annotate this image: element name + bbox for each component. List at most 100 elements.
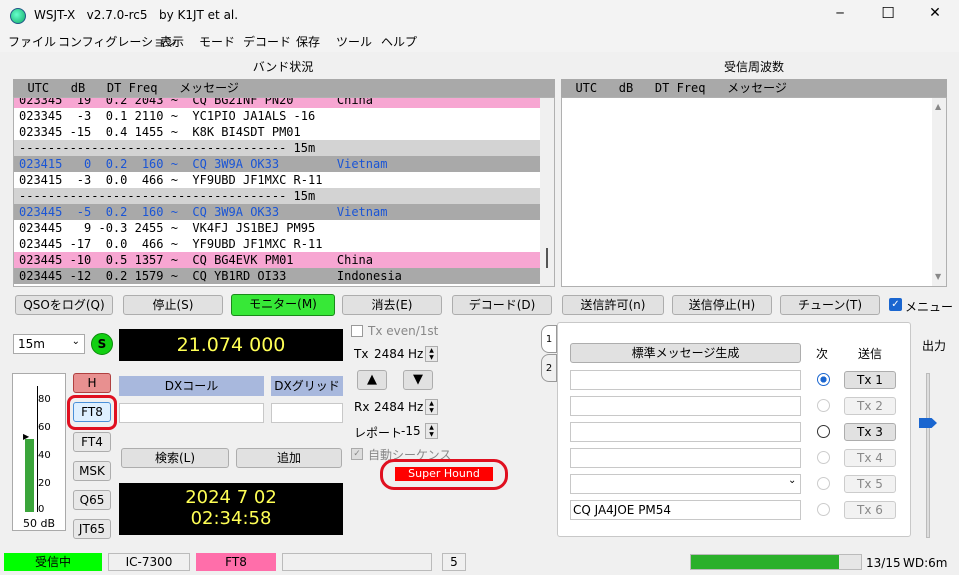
tx-even-checkbox[interactable] bbox=[351, 325, 363, 337]
tx4-next-radio[interactable] bbox=[817, 451, 830, 464]
tx-freq-spinner[interactable]: ▲ ▼ bbox=[425, 346, 438, 362]
menu-tools[interactable]: ツール bbox=[336, 33, 372, 50]
tx6-button[interactable]: Tx 6 bbox=[844, 501, 896, 519]
minimize-button[interactable]: ─ bbox=[830, 6, 850, 20]
report-value[interactable]: -15 bbox=[401, 424, 421, 438]
window-title: WSJT-X v2.7.0-rc5 by K1JT et al. bbox=[34, 8, 239, 22]
power-slider-thumb[interactable] bbox=[919, 418, 937, 428]
h-button[interactable]: H bbox=[73, 373, 111, 393]
rx-frequency-scrollbar[interactable]: ▲ ▼ bbox=[932, 98, 946, 286]
tx5-button[interactable]: Tx 5 bbox=[844, 475, 896, 493]
tx1-button[interactable]: Tx 1 bbox=[844, 371, 896, 389]
band-select[interactable]: 15m ⌄ bbox=[13, 334, 85, 354]
tx2-button[interactable]: Tx 2 bbox=[844, 397, 896, 415]
tx4-button[interactable]: Tx 4 bbox=[844, 449, 896, 467]
meter-tick-40: 40 bbox=[38, 450, 51, 461]
band-activity-row[interactable]: 023415 -3 0.0 466 ~ YF9UBD JF1MXC R-11 bbox=[14, 172, 540, 188]
halt-tx-button[interactable]: 送信停止(H) bbox=[672, 295, 772, 315]
rx-frequency-list[interactable]: ▲ ▼ bbox=[561, 97, 947, 287]
menu-mode[interactable]: モード bbox=[199, 33, 235, 50]
band-activity-row[interactable]: 023345 19 0.2 2043 ~ CQ BG2INF PN20 Chin… bbox=[14, 98, 540, 108]
generate-std-msgs-button[interactable]: 標準メッセージ生成 bbox=[570, 343, 801, 363]
band-activity-row[interactable]: 023445 -5 0.2 160 ~ CQ 3W9A OK33 Vietnam bbox=[14, 204, 540, 220]
menus-checkbox[interactable]: ✓ bbox=[889, 298, 902, 311]
send-label: 送信 bbox=[858, 347, 883, 361]
watchdog-status: WD:6m bbox=[903, 556, 948, 570]
report-spinner[interactable]: ▲ ▼ bbox=[425, 423, 438, 439]
progress-text: 13/15 bbox=[866, 556, 901, 570]
band-activity-scrollbar[interactable] bbox=[540, 98, 554, 286]
band-activity-row[interactable]: 023445 -10 0.5 1357 ~ CQ BG4EVK PM01 Chi… bbox=[14, 252, 540, 268]
menus-label: メニュー bbox=[905, 300, 954, 314]
power-slider-track[interactable] bbox=[926, 373, 930, 538]
tx-freq-value[interactable]: 2484 bbox=[374, 347, 405, 361]
dx-grid-input[interactable] bbox=[271, 403, 343, 423]
tx-tab-2[interactable]: 2 bbox=[541, 354, 557, 382]
add-button[interactable]: 追加 bbox=[236, 448, 342, 468]
auto-seq-checkbox[interactable]: ✓ bbox=[351, 448, 363, 460]
band-activity-row[interactable]: 023415 0 0.2 160 ~ CQ 3W9A OK33 Vietnam bbox=[14, 156, 540, 172]
band-activity-row[interactable]: 023345 -15 0.4 1455 ~ K8K BI4SDT PM01 bbox=[14, 124, 540, 140]
tx3-next-radio[interactable] bbox=[817, 425, 830, 438]
rx-freq-value[interactable]: 2484 bbox=[374, 400, 405, 414]
band-activity-row[interactable]: 023445 9 -0.3 2455 ~ VK4FJ JS1BEJ PM95 bbox=[14, 220, 540, 236]
rx-freq-label: Rx bbox=[354, 400, 370, 414]
menu-decode[interactable]: デコード bbox=[243, 33, 291, 50]
menu-view[interactable]: 表示 bbox=[160, 33, 184, 50]
lookup-button[interactable]: 検索(L) bbox=[121, 448, 229, 468]
jt65-mode-button[interactable]: JT65 bbox=[73, 519, 111, 539]
tx4-message-field[interactable] bbox=[570, 448, 801, 468]
band-activity-row[interactable]: ------------------------------------- 15… bbox=[14, 140, 540, 156]
rx-frequency-title: 受信周波数 bbox=[723, 60, 784, 74]
chevron-down-icon: ⌄ bbox=[71, 336, 80, 347]
enable-tx-button[interactable]: 送信許可(n) bbox=[562, 295, 664, 315]
scroll-down-icon[interactable]: ▼ bbox=[935, 272, 941, 281]
menu-file[interactable]: ファイル bbox=[8, 33, 56, 50]
tx-tab-1[interactable]: 1 bbox=[541, 325, 557, 353]
q65-mode-button[interactable]: Q65 bbox=[73, 490, 111, 510]
band-activity-row[interactable]: 023445 -17 0.0 466 ~ YF9UBD JF1MXC R-11 bbox=[14, 236, 540, 252]
scrollbar-thumb[interactable] bbox=[546, 248, 548, 268]
dx-call-input[interactable] bbox=[119, 403, 264, 423]
frequency-value: 21.074 000 bbox=[176, 334, 286, 356]
tx-down-button[interactable]: ▼ bbox=[403, 370, 433, 390]
meter-tick-20: 20 bbox=[38, 478, 51, 489]
tx6-next-radio[interactable] bbox=[817, 503, 830, 516]
band-activity-title: バンド状況 bbox=[252, 60, 314, 74]
tune-button[interactable]: チューン(T) bbox=[780, 295, 880, 315]
close-button[interactable]: ✕ bbox=[925, 5, 945, 21]
tx3-button[interactable]: Tx 3 bbox=[844, 423, 896, 441]
meter-tick-0: 0 bbox=[38, 504, 45, 515]
rx-freq-spinner[interactable]: ▲ ▼ bbox=[425, 399, 438, 415]
tx6-message-field[interactable]: CQ JA4JOE PM54 bbox=[570, 500, 801, 520]
tx-up-button[interactable]: ▲ bbox=[357, 370, 387, 390]
band-activity-row[interactable]: 023445 -12 0.2 1579 ~ CQ YB1RD OI33 Indo… bbox=[14, 268, 540, 284]
maximize-button[interactable]: ☐ bbox=[878, 4, 898, 22]
dx-call-label: DXコール bbox=[119, 376, 264, 396]
count-status: 5 bbox=[442, 553, 466, 571]
log-qso-button[interactable]: QSOをログ(Q) bbox=[15, 295, 113, 315]
stop-button[interactable]: 停止(S) bbox=[123, 295, 223, 315]
band-activity-list[interactable]: 023345 19 0.2 2043 ~ CQ BG2INF PN20 Chin… bbox=[13, 97, 555, 287]
monitor-button[interactable]: モニター(M) bbox=[231, 294, 335, 316]
decode-button[interactable]: デコード(D) bbox=[452, 295, 552, 315]
ft8-highlight-annotation bbox=[67, 395, 117, 430]
tx2-next-radio[interactable] bbox=[817, 399, 830, 412]
chevron-down-icon[interactable]: ⌄ bbox=[788, 475, 796, 486]
scroll-up-icon[interactable]: ▲ bbox=[935, 102, 941, 111]
tx3-message-field[interactable] bbox=[570, 422, 801, 442]
tx1-message-field[interactable] bbox=[570, 370, 801, 390]
tx5-next-radio[interactable] bbox=[817, 477, 830, 490]
tx1-next-radio[interactable] bbox=[817, 373, 830, 386]
band-activity-row[interactable]: 023345 -3 0.1 2110 ~ YC1PIO JA1ALS -16 bbox=[14, 108, 540, 124]
tx2-message-field[interactable] bbox=[570, 396, 801, 416]
tx5-message-field[interactable] bbox=[570, 474, 801, 494]
ft4-mode-button[interactable]: FT4 bbox=[73, 432, 111, 452]
menu-help[interactable]: ヘルプ bbox=[381, 33, 417, 50]
meter-tick-60: 60 bbox=[38, 422, 51, 433]
erase-button[interactable]: 消去(E) bbox=[342, 295, 442, 315]
band-activity-row[interactable]: ------------------------------------- 15… bbox=[14, 188, 540, 204]
tx-tab-1-label: 1 bbox=[545, 334, 553, 345]
msk-mode-button[interactable]: MSK bbox=[73, 461, 111, 481]
menu-save[interactable]: 保存 bbox=[296, 33, 320, 50]
